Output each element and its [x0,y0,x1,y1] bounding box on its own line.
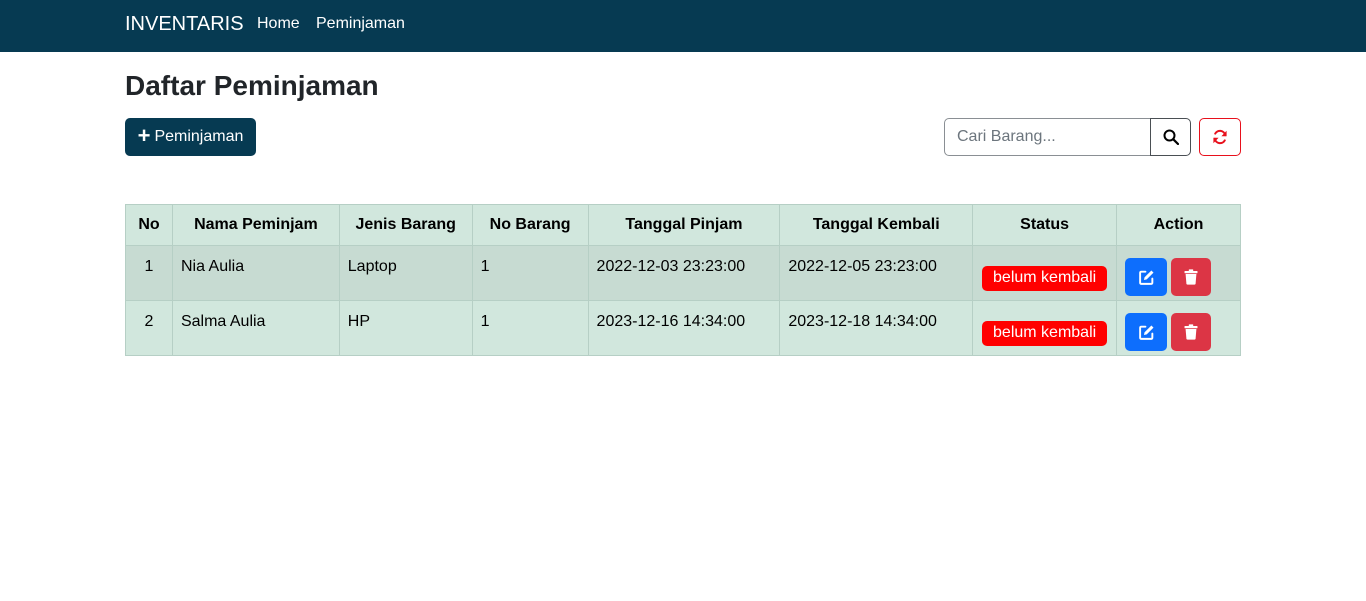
cell-tanggal-pinjam: 2023-12-16 14:34:00 [587,300,781,356]
cell-tanggal-kembali: 2023-12-18 14:34:00 [779,300,974,356]
edit-icon [1138,324,1154,340]
table-row: 1 Nia Aulia Laptop 1 2022-12-03 23:23:00… [125,245,1241,301]
status-badge: belum kembali [982,266,1108,291]
status-badge: belum kembali [982,321,1108,346]
add-peminjaman-label: Peminjaman [154,128,244,145]
cell-action [1116,245,1241,301]
cell-no: 1 [125,245,173,301]
cell-nama-peminjam: Salma Aulia [171,300,340,356]
search-icon [1163,129,1179,145]
peminjaman-table: No Nama Peminjam Jenis Barang No Barang … [125,204,1241,356]
delete-button[interactable] [1171,258,1212,296]
delete-button[interactable] [1171,313,1212,351]
cell-no-barang: 1 [471,300,589,356]
cell-no: 2 [125,300,173,356]
header-tanggal-pinjam: Tanggal Pinjam [587,204,781,246]
cell-tanggal-kembali: 2022-12-05 23:23:00 [779,245,974,301]
edit-button[interactable] [1125,313,1168,351]
top-navbar: INVENTARIS Home Peminjaman [0,0,1366,52]
table-header-row: No Nama Peminjam Jenis Barang No Barang … [125,204,1241,246]
brand-logo-text[interactable]: INVENTARIS [125,13,244,36]
header-no: No [125,204,173,246]
header-status: Status [972,204,1118,246]
cell-status: belum kembali [972,300,1118,356]
trash-icon [1184,324,1198,340]
nav-link-peminjaman[interactable]: Peminjaman [316,15,405,33]
edit-button[interactable] [1125,258,1168,296]
refresh-button[interactable] [1199,118,1241,156]
header-jenis-barang: Jenis Barang [338,204,473,246]
cell-tanggal-pinjam: 2022-12-03 23:23:00 [587,245,781,301]
nav-link-home[interactable]: Home [257,15,300,33]
header-action: Action [1116,204,1241,246]
add-peminjaman-button[interactable]: + Peminjaman [125,118,256,156]
cell-no-barang: 1 [471,245,589,301]
plus-icon: + [137,123,151,148]
search-input[interactable] [944,118,1151,156]
cell-nama-peminjam: Nia Aulia [171,245,340,301]
cell-status: belum kembali [972,245,1118,301]
search-button[interactable] [1150,118,1191,156]
cell-jenis-barang: Laptop [338,245,473,301]
cell-jenis-barang: HP [338,300,473,356]
cell-action [1116,300,1241,356]
header-tanggal-kembali: Tanggal Kembali [779,204,974,246]
table-row: 2 Salma Aulia HP 1 2023-12-16 14:34:00 2… [125,300,1241,356]
header-nama-peminjam: Nama Peminjam [171,204,340,246]
refresh-icon [1213,129,1227,145]
header-no-barang: No Barang [471,204,589,246]
edit-icon [1138,269,1154,285]
page-title: Daftar Peminjaman [125,70,379,101]
trash-icon [1184,269,1198,285]
